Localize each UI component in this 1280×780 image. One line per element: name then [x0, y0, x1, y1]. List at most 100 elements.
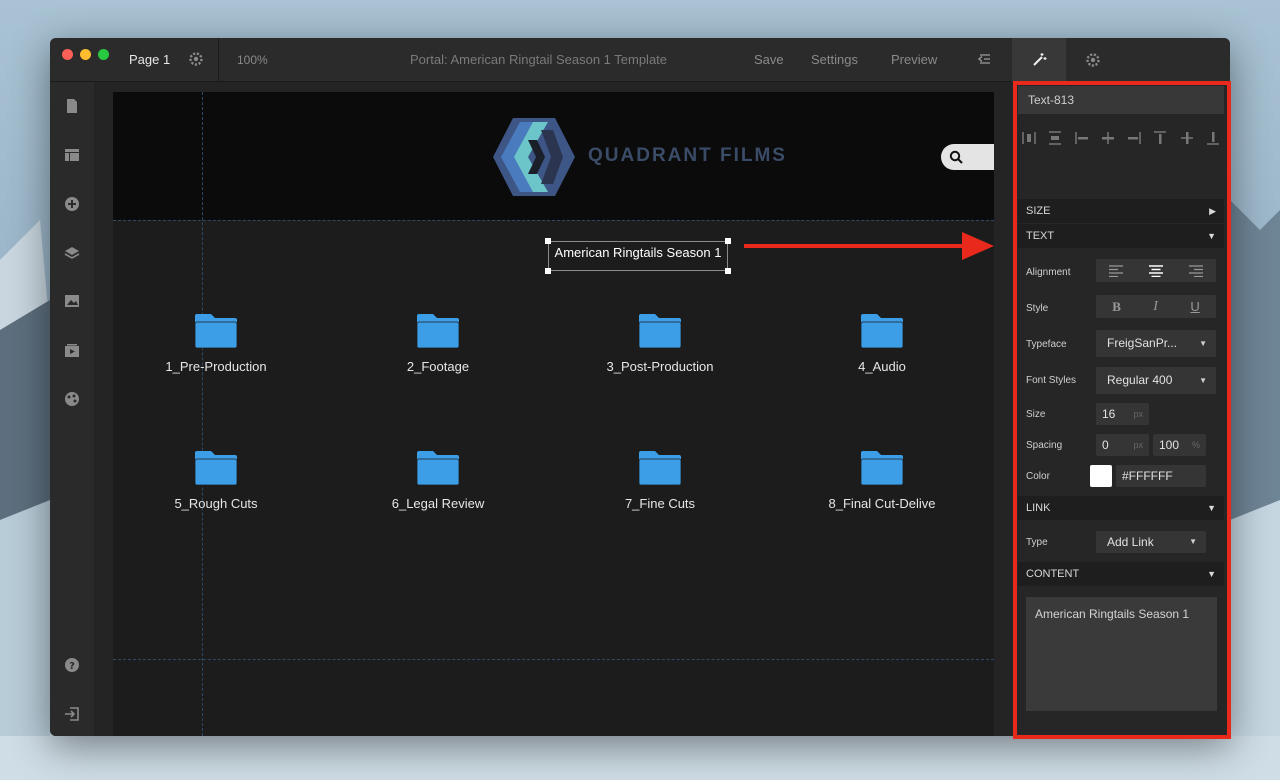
letter-spacing-value: 0	[1102, 438, 1109, 452]
text-align-left-icon[interactable]	[1109, 264, 1123, 277]
align-left-edge-icon[interactable]	[1074, 131, 1089, 145]
font-style-dropdown[interactable]: Regular 400 ▼	[1096, 367, 1216, 394]
font-size-input[interactable]: 16 px	[1096, 403, 1149, 425]
inspector-panel: Text-813 SIZE ▶ TEXT ▼ Alignment Style B…	[1012, 82, 1230, 736]
folder-label: 7_Fine Cuts	[624, 496, 696, 511]
dropdown-arrow-icon: ▼	[1199, 376, 1207, 385]
inspector-tabs	[1012, 38, 1230, 82]
link-type-label: Type	[1026, 537, 1048, 548]
tab-settings[interactable]	[1066, 38, 1120, 82]
resize-handle[interactable]	[725, 238, 731, 244]
bold-button[interactable]: B	[1112, 299, 1121, 315]
save-button[interactable]: Save	[754, 52, 784, 67]
selected-text-element[interactable]: American Ringtails Season 1	[545, 238, 731, 274]
preview-button[interactable]: Preview	[891, 52, 937, 67]
folder-item[interactable]: 1_Pre-Production	[136, 312, 296, 374]
zoom-window-button[interactable]	[98, 49, 109, 60]
distribute-horizontal-icon[interactable]	[1022, 131, 1036, 145]
align-right-edge-icon[interactable]	[1127, 131, 1141, 145]
exit-icon[interactable]	[64, 706, 80, 722]
alignment-toolbar	[1018, 120, 1224, 156]
svg-text:?: ?	[69, 661, 75, 672]
font-style-value: Regular 400	[1107, 373, 1173, 387]
magic-wand-icon	[1033, 53, 1047, 66]
typeface-label: Typeface	[1026, 339, 1067, 350]
resize-handle[interactable]	[545, 238, 551, 244]
color-hex-input[interactable]: #FFFFFF	[1116, 465, 1206, 487]
text-align-right-icon[interactable]	[1189, 264, 1203, 277]
folder-item[interactable]: 7_Fine Cuts	[580, 449, 740, 511]
page-label[interactable]: Page 1	[129, 52, 170, 67]
folder-item[interactable]: 5_Rough Cuts	[136, 449, 296, 511]
document-title: Portal: American Ringtail Season 1 Templ…	[410, 52, 668, 67]
italic-button[interactable]: I	[1153, 299, 1158, 315]
content-textarea[interactable]: American Ringtails Season 1	[1026, 597, 1217, 711]
chevron-down-icon: ▼	[1207, 569, 1216, 579]
canvas-area: QUADRANT FILMS American Ringtails Season…	[94, 82, 1012, 736]
help-icon[interactable]: ?	[64, 657, 80, 673]
section-content-label: CONTENT	[1026, 568, 1080, 580]
title-bar: Page 1 100% Portal: American Ringtail Se…	[50, 38, 1012, 82]
folder-icon	[194, 451, 238, 486]
color-hex-value: #FFFFFF	[1122, 469, 1173, 483]
image-icon[interactable]	[64, 293, 80, 309]
zoom-level[interactable]: 100%	[237, 53, 268, 67]
brand-name: QUADRANT FILMS	[588, 145, 787, 166]
minimize-window-button[interactable]	[80, 49, 91, 60]
folder-item[interactable]: 8_Final Cut-Delive	[802, 449, 962, 511]
close-window-button[interactable]	[62, 49, 73, 60]
layout-icon[interactable]	[64, 147, 80, 163]
left-toolbar: ?	[50, 82, 94, 736]
folder-item[interactable]: 6_Legal Review	[358, 449, 518, 511]
resize-handle[interactable]	[725, 268, 731, 274]
folder-label: 8_Final Cut-Delive	[828, 496, 936, 511]
resize-handle[interactable]	[545, 268, 551, 274]
size-label: Size	[1026, 409, 1046, 420]
align-middle-vertical-icon[interactable]	[1180, 131, 1194, 145]
element-name-field[interactable]: Text-813	[1018, 86, 1224, 114]
theme-palette-icon[interactable]	[64, 391, 80, 407]
add-element-icon[interactable]	[64, 196, 80, 212]
line-spacing-value: 100	[1159, 438, 1180, 452]
distribute-vertical-icon[interactable]	[1048, 131, 1062, 145]
folder-icon	[194, 314, 238, 349]
search-field[interactable]	[941, 144, 994, 170]
section-text[interactable]: TEXT ▼	[1018, 224, 1224, 248]
media-icon[interactable]	[64, 343, 80, 359]
letter-spacing-input[interactable]: 0 px	[1096, 434, 1149, 456]
spacing-unit: px	[1133, 440, 1143, 450]
layers-icon[interactable]	[64, 245, 80, 261]
underline-button[interactable]: U	[1190, 299, 1199, 314]
typeface-dropdown[interactable]: FreigSanPr... ▼	[1096, 330, 1216, 357]
folder-icon	[416, 314, 460, 349]
section-content[interactable]: CONTENT ▼	[1018, 562, 1224, 586]
section-size[interactable]: SIZE ▶	[1018, 199, 1224, 223]
guide-line-top	[113, 220, 994, 221]
folder-icon	[416, 451, 460, 486]
page-icon[interactable]	[64, 98, 80, 114]
section-link[interactable]: LINK ▼	[1018, 496, 1224, 520]
folder-item[interactable]: 2_Footage	[358, 312, 518, 374]
settings-button[interactable]: Settings	[811, 52, 858, 67]
page-canvas[interactable]: QUADRANT FILMS American Ringtails Season…	[113, 92, 994, 736]
section-text-label: TEXT	[1026, 230, 1055, 242]
folder-label: 6_Legal Review	[391, 496, 485, 511]
size-unit: px	[1133, 409, 1143, 419]
quadrant-logo-icon[interactable]	[493, 118, 575, 196]
color-swatch[interactable]	[1090, 465, 1112, 487]
toolbar-divider	[218, 38, 219, 82]
align-top-edge-icon[interactable]	[1153, 131, 1167, 145]
align-center-horizontal-icon[interactable]	[1101, 131, 1115, 145]
text-align-center-icon[interactable]	[1149, 264, 1163, 277]
folder-item[interactable]: 4_Audio	[802, 312, 962, 374]
folder-item[interactable]: 3_Post-Production	[580, 312, 740, 374]
page-settings-gear-icon[interactable]	[188, 51, 204, 72]
line-spacing-input[interactable]: 100 %	[1153, 434, 1206, 456]
align-bottom-edge-icon[interactable]	[1206, 131, 1220, 145]
guide-line-vertical	[202, 92, 203, 736]
link-type-dropdown[interactable]: Add Link ▼	[1096, 531, 1206, 553]
collapse-panel-icon[interactable]	[977, 52, 992, 71]
tab-design-wand[interactable]	[1012, 38, 1066, 82]
style-label: Style	[1026, 303, 1049, 314]
font-styles-label: Font Styles	[1026, 375, 1077, 386]
